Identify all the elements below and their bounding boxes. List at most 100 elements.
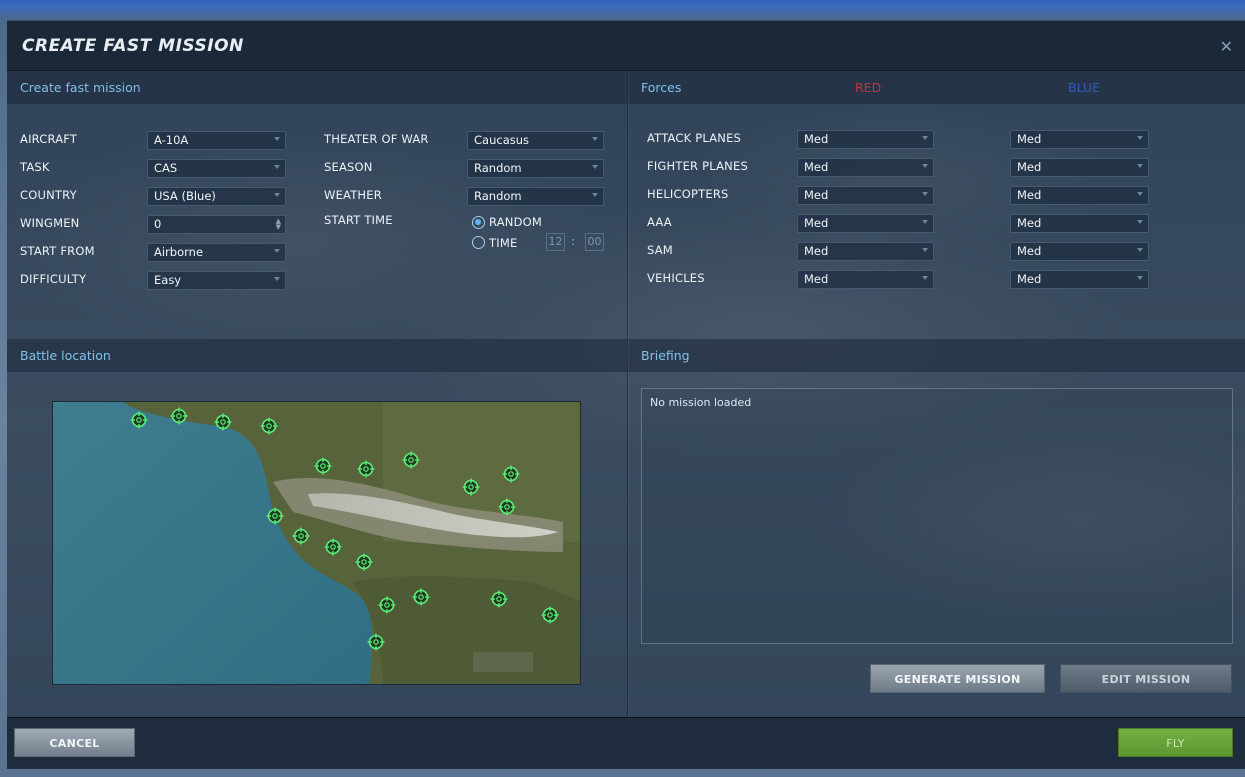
- section-briefing: Briefing: [628, 339, 1245, 372]
- edit-mission-button[interactable]: EDIT MISSION: [1060, 664, 1232, 693]
- season-value: Random: [474, 161, 522, 175]
- chevron-down-icon: [592, 165, 598, 169]
- difficulty-dropdown[interactable]: Easy: [147, 271, 286, 290]
- footer-bar: CANCEL FLY: [7, 717, 1245, 769]
- chevron-down-icon: [1137, 192, 1143, 196]
- chevron-down-icon: [922, 220, 928, 224]
- fixed-time-radio[interactable]: [472, 236, 485, 249]
- blue-helicopters-dropdown[interactable]: Med: [1010, 186, 1149, 205]
- crosshair-target-icon[interactable]: [130, 411, 148, 429]
- red-fighter-planes-value: Med: [804, 160, 829, 174]
- chevron-down-icon: [1137, 220, 1143, 224]
- crosshair-target-icon[interactable]: [214, 413, 232, 431]
- window-title: CREATE FAST MISSION: [22, 36, 244, 56]
- chevron-down-icon: [1137, 248, 1143, 252]
- fly-button[interactable]: FLY: [1118, 728, 1233, 757]
- wingmen-label: WINGMEN: [20, 216, 80, 230]
- section-battle-location: Battle location: [7, 339, 627, 372]
- blue-sam-dropdown[interactable]: Med: [1010, 242, 1149, 261]
- red-attack-planes-dropdown[interactable]: Med: [797, 130, 934, 149]
- blue-vehicles-value: Med: [1017, 272, 1042, 286]
- section-create-fast-mission: Create fast mission: [7, 71, 627, 104]
- force-label-attack-planes: ATTACK PLANES: [647, 131, 742, 145]
- chevron-down-icon: [274, 193, 280, 197]
- task-label: TASK: [20, 160, 50, 174]
- red-helicopters-value: Med: [804, 188, 829, 202]
- blue-fighter-planes-value: Med: [1017, 160, 1042, 174]
- briefing-panel: No mission loaded: [641, 388, 1233, 644]
- crosshair-target-icon[interactable]: [462, 478, 480, 496]
- crosshair-target-icon[interactable]: [314, 457, 332, 475]
- crosshair-target-icon[interactable]: [357, 460, 375, 478]
- red-fighter-planes-dropdown[interactable]: Med: [797, 158, 934, 177]
- crosshair-target-icon[interactable]: [170, 407, 188, 425]
- difficulty-label: DIFFICULTY: [20, 272, 87, 286]
- aircraft-label: AIRCRAFT: [20, 132, 78, 146]
- red-helicopters-dropdown[interactable]: Med: [797, 186, 934, 205]
- cancel-button[interactable]: CANCEL: [14, 728, 135, 757]
- force-label-vehicles: VEHICLES: [647, 271, 705, 285]
- spin-arrows-icon[interactable]: ▲ ▼: [276, 218, 281, 231]
- chevron-down-icon: [1137, 276, 1143, 280]
- force-label-sam: SAM: [647, 243, 673, 257]
- crosshair-target-icon[interactable]: [266, 507, 284, 525]
- crosshair-target-icon[interactable]: [490, 590, 508, 608]
- target-markers: [53, 402, 580, 684]
- blue-sam-value: Med: [1017, 244, 1042, 258]
- task-dropdown[interactable]: CAS: [147, 159, 286, 178]
- aircraft-dropdown[interactable]: A-10A: [147, 131, 286, 150]
- blue-aaa-dropdown[interactable]: Med: [1010, 214, 1149, 233]
- country-label: COUNTRY: [20, 188, 77, 202]
- chevron-down-icon: [592, 137, 598, 141]
- weather-dropdown[interactable]: Random: [467, 187, 604, 206]
- country-value: USA (Blue): [154, 189, 216, 203]
- season-label: SEASON: [324, 160, 373, 174]
- random-time-radio[interactable]: [472, 216, 485, 229]
- blue-fighter-planes-dropdown[interactable]: Med: [1010, 158, 1149, 177]
- country-dropdown[interactable]: USA (Blue): [147, 187, 286, 206]
- generate-mission-button[interactable]: GENERATE MISSION: [870, 664, 1045, 693]
- crosshair-target-icon[interactable]: [324, 538, 342, 556]
- chevron-down-icon: [922, 248, 928, 252]
- crosshair-target-icon[interactable]: [378, 596, 396, 614]
- red-sam-value: Med: [804, 244, 829, 258]
- theater-dropdown[interactable]: Caucasus: [467, 131, 604, 150]
- chevron-down-icon: [274, 137, 280, 141]
- wingmen-value: 0: [154, 217, 162, 231]
- close-icon[interactable]: ✕: [1220, 37, 1233, 56]
- blue-vehicles-dropdown[interactable]: Med: [1010, 270, 1149, 289]
- crosshair-target-icon[interactable]: [260, 417, 278, 435]
- season-dropdown[interactable]: Random: [467, 159, 604, 178]
- task-value: CAS: [154, 161, 178, 175]
- crosshair-target-icon[interactable]: [412, 588, 430, 606]
- chevron-down-icon: [592, 193, 598, 197]
- section-title: Battle location: [20, 348, 111, 363]
- start-from-dropdown[interactable]: Airborne: [147, 243, 286, 262]
- time-separator: :: [571, 234, 576, 248]
- red-vehicles-dropdown[interactable]: Med: [797, 270, 934, 289]
- chevron-down-icon: [922, 276, 928, 280]
- battle-location-map[interactable]: [52, 401, 581, 685]
- red-sam-dropdown[interactable]: Med: [797, 242, 934, 261]
- section-title: Forces: [641, 80, 682, 95]
- blue-attack-planes-dropdown[interactable]: Med: [1010, 130, 1149, 149]
- chevron-down-icon: [1137, 164, 1143, 168]
- wingmen-stepper[interactable]: 0 ▲ ▼: [147, 215, 286, 234]
- red-attack-planes-value: Med: [804, 132, 829, 146]
- minute-input[interactable]: 00: [585, 233, 604, 251]
- column-divider: [627, 71, 628, 717]
- weather-value: Random: [474, 189, 522, 203]
- crosshair-target-icon[interactable]: [355, 553, 373, 571]
- crosshair-target-icon[interactable]: [541, 606, 559, 624]
- section-title: Briefing: [641, 348, 690, 363]
- section-title: Create fast mission: [20, 80, 141, 95]
- hour-input[interactable]: 12: [546, 233, 565, 251]
- start-from-label: START FROM: [20, 244, 95, 258]
- title-bar: CREATE FAST MISSION ✕: [7, 21, 1245, 71]
- crosshair-target-icon[interactable]: [292, 527, 310, 545]
- red-aaa-dropdown[interactable]: Med: [797, 214, 934, 233]
- crosshair-target-icon[interactable]: [402, 451, 420, 469]
- crosshair-target-icon[interactable]: [502, 465, 520, 483]
- crosshair-target-icon[interactable]: [498, 498, 516, 516]
- crosshair-target-icon[interactable]: [367, 633, 385, 651]
